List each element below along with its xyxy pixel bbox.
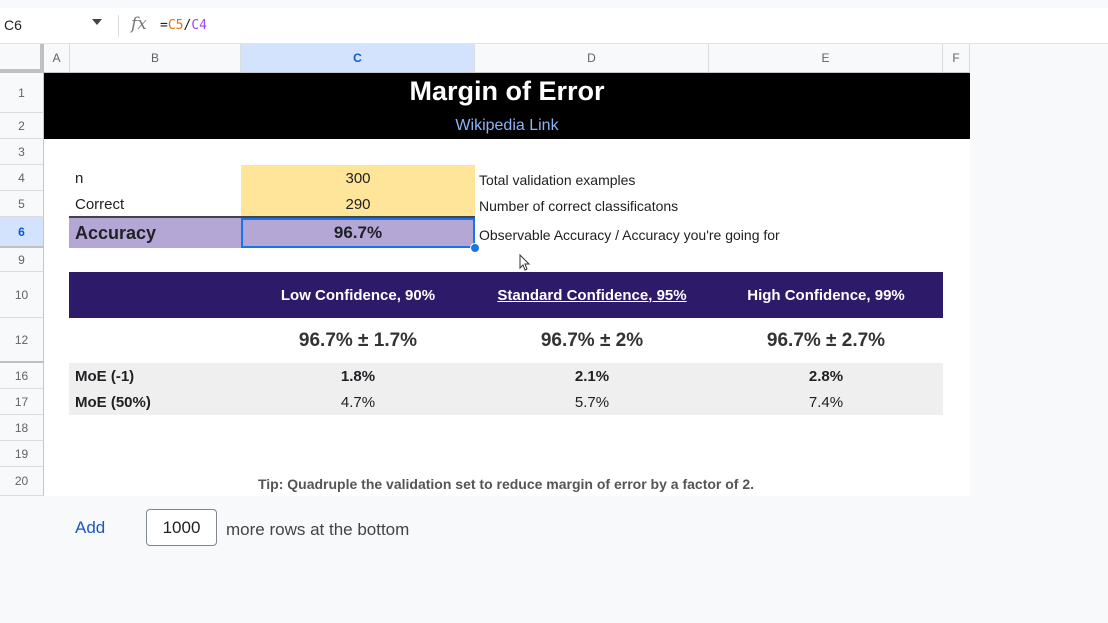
moe-label: MoE (50%) (75, 393, 151, 411)
header-high-confidence: High Confidence, 99% (709, 272, 943, 318)
cell-n-value[interactable]: 300 (241, 165, 475, 191)
row-header-12[interactable]: 12 (0, 318, 44, 363)
row-header-18[interactable]: 18 (0, 415, 44, 441)
moe-value[interactable]: 2.1% (475, 363, 709, 389)
moe-label: MoE (-1) (75, 367, 135, 385)
wikipedia-link[interactable]: Wikipedia Link (44, 117, 970, 135)
header-standard-label[interactable]: Standard Confidence, 95% (497, 287, 686, 304)
more-rows-label: more rows at the bottom (226, 520, 410, 539)
row-header-16[interactable]: 16 (0, 363, 44, 389)
formula-ref-2: C4 (191, 18, 207, 33)
formula-input[interactable]: =C5/C4 (160, 18, 207, 33)
row-header-6[interactable]: 6 (0, 217, 44, 248)
column-header-b[interactable]: B (70, 44, 241, 73)
moe-value[interactable]: 2.8% (709, 363, 943, 389)
formula-ref-1: C5 (167, 18, 184, 33)
moe-value[interactable]: 7.4% (709, 389, 943, 415)
fx-icon: fx (131, 14, 147, 34)
formula-bar: C6 fx =C5/C4 (0, 8, 1108, 44)
header-standard-confidence[interactable]: Standard Confidence, 95% (475, 272, 709, 318)
moe-value[interactable]: 5.7% (475, 389, 709, 415)
select-all-corner[interactable] (0, 44, 44, 73)
desc-correct: Number of correct classificatons (479, 198, 679, 214)
row-header-1[interactable]: 1 (0, 73, 44, 113)
range-high[interactable]: 96.7% ± 2.7% (709, 318, 943, 363)
label-correct: Correct (75, 195, 125, 213)
desc-accuracy: Observable Accuracy / Accuracy you're go… (479, 227, 780, 243)
row-header-17[interactable]: 17 (0, 389, 44, 415)
rows-count-input[interactable] (146, 509, 217, 546)
divider (118, 15, 119, 37)
range-standard[interactable]: 96.7% ± 2% (475, 318, 709, 363)
label-n: n (75, 169, 84, 187)
desc-n: Total validation examples (479, 172, 636, 188)
sheet-title: Margin of Error (409, 76, 605, 106)
cell-correct-value[interactable]: 290 (241, 191, 475, 217)
column-header-c[interactable]: C (241, 44, 475, 73)
row-header-19[interactable]: 19 (0, 441, 44, 467)
column-header-e[interactable]: E (709, 44, 943, 73)
row-header-5[interactable]: 5 (0, 191, 44, 217)
cell-accuracy-value[interactable]: 96.7% (241, 218, 475, 248)
formula-eq: = (160, 18, 168, 33)
header-high-label: High Confidence, 99% (747, 286, 905, 304)
range-low[interactable]: 96.7% ± 1.7% (241, 318, 475, 363)
spreadsheet-grid[interactable]: A B C D E F 1 2 3 4 5 6 9 10 12 16 17 18… (0, 44, 970, 496)
mouse-cursor-icon (519, 254, 531, 271)
header-low-confidence: Low Confidence, 90% (241, 272, 475, 318)
add-rows-button[interactable]: Add (75, 518, 105, 538)
name-box[interactable]: C6 (4, 17, 22, 33)
moe-value[interactable]: 1.8% (241, 363, 475, 389)
row-header-2[interactable]: 2 (0, 113, 44, 139)
label-accuracy: Accuracy (69, 218, 241, 248)
chevron-down-icon[interactable] (92, 19, 102, 25)
header-low-label: Low Confidence, 90% (280, 286, 436, 304)
row-header-20[interactable]: 20 (0, 467, 44, 496)
row-header-9[interactable]: 9 (0, 248, 44, 272)
moe-value[interactable]: 4.7% (241, 389, 475, 415)
row-header-3[interactable]: 3 (0, 139, 44, 165)
row-header-10[interactable]: 10 (0, 272, 44, 318)
row-header-4[interactable]: 4 (0, 165, 44, 191)
column-header-d[interactable]: D (475, 44, 709, 73)
column-header-f[interactable]: F (943, 44, 970, 73)
column-header-a[interactable]: A (44, 44, 70, 73)
tip-text: Tip: Quadruple the validation set to red… (257, 476, 755, 492)
